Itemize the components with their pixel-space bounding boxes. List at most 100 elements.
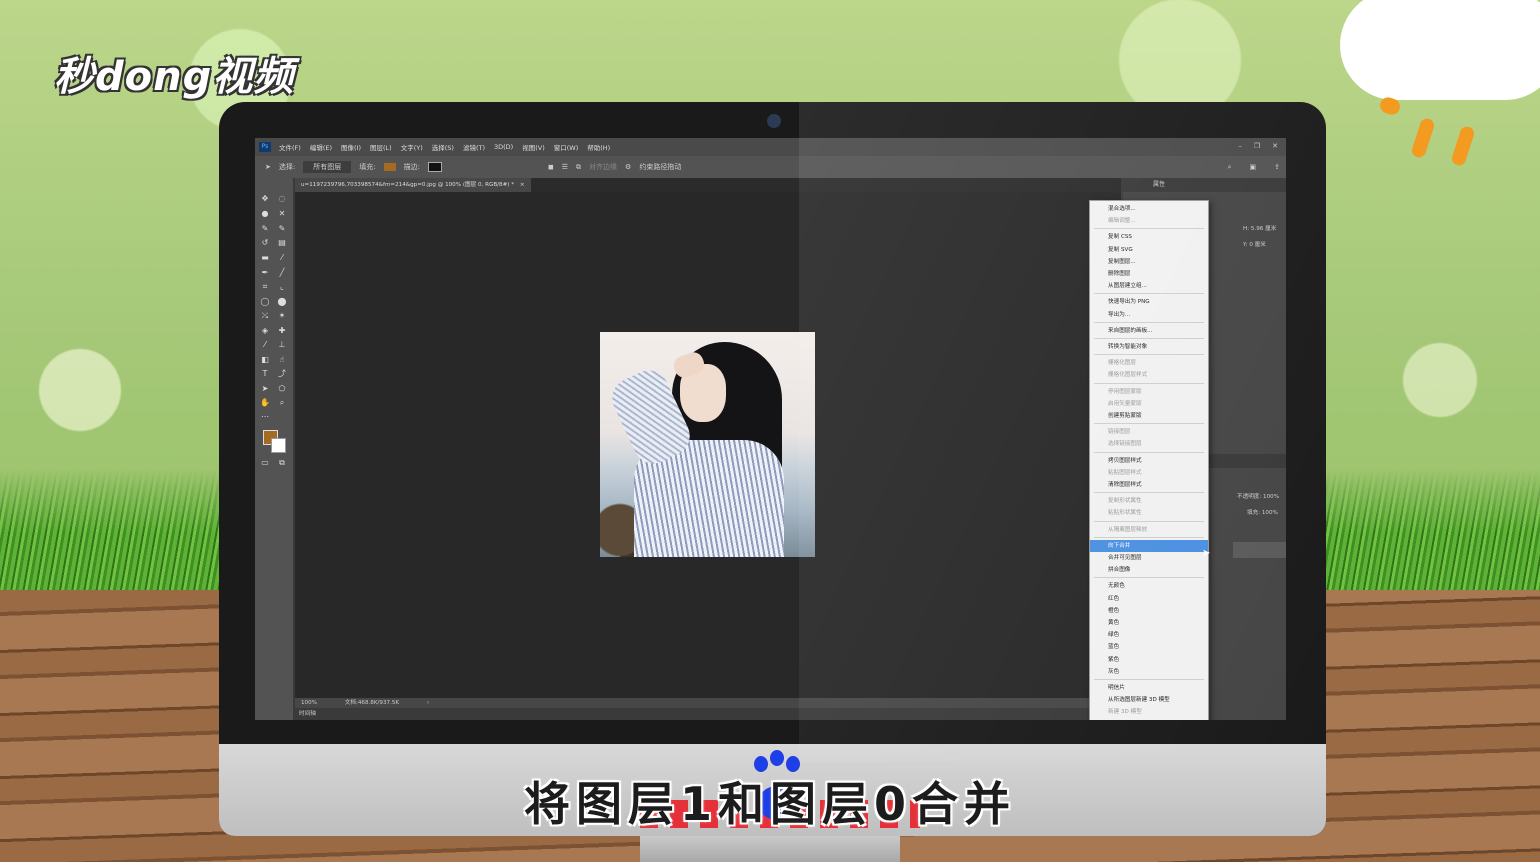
context-menu-item[interactable]: 复制 CSS	[1090, 231, 1208, 243]
context-menu-item[interactable]: 拷贝图层样式	[1090, 455, 1208, 467]
type-tool-icon[interactable]: T	[260, 369, 270, 378]
y-field[interactable]: Y: 0 厘米	[1243, 240, 1266, 248]
eyedropper-icon[interactable]: ⁄	[277, 253, 287, 262]
stamp-icon[interactable]: ⊥	[277, 340, 287, 349]
context-menu-item[interactable]: 清除图层样式	[1090, 479, 1208, 491]
height-field[interactable]: H: 5.96 厘米	[1243, 224, 1276, 232]
menu-help[interactable]: 帮助(H)	[587, 142, 610, 152]
ruler-icon[interactable]: ▬	[260, 253, 270, 262]
context-menu-item[interactable]: 从图层建立组...	[1090, 280, 1208, 292]
context-menu-item[interactable]: 删除图层	[1090, 268, 1208, 280]
context-menu-item[interactable]: 创建剪贴蒙版	[1090, 410, 1208, 422]
line-icon[interactable]: ╱	[277, 268, 287, 277]
fill-swatch[interactable]	[383, 163, 396, 171]
blob-icon[interactable]: ⬤	[277, 297, 287, 306]
menu-image[interactable]: 图像(I)	[341, 142, 361, 152]
eraser-icon[interactable]: ◧	[260, 355, 270, 364]
close-button[interactable]: ✕	[1272, 142, 1278, 150]
context-menu-item[interactable]: 黄色	[1090, 617, 1208, 629]
workspace-icon[interactable]: ▣	[1250, 163, 1257, 171]
direct-select-icon[interactable]: ➤	[260, 384, 270, 393]
crossed-icon[interactable]: ✕	[277, 209, 287, 218]
document-image[interactable]	[600, 332, 815, 557]
context-menu-item[interactable]: 绿色	[1090, 629, 1208, 641]
background-color-swatch[interactable]	[271, 438, 286, 453]
screen-mode-icon[interactable]: ⧉	[277, 458, 287, 467]
menu-select[interactable]: 选择(S)	[432, 142, 454, 152]
menu-type[interactable]: 文字(Y)	[401, 142, 423, 152]
path-select-icon[interactable]: ⤴	[277, 369, 287, 378]
share-icon[interactable]: ⇪	[1274, 163, 1280, 171]
context-menu-item[interactable]: 蓝色	[1090, 641, 1208, 653]
menu-layer[interactable]: 图层(L)	[370, 142, 392, 152]
opacity-field[interactable]: 不透明度: 100%	[1237, 492, 1279, 500]
frame-icon[interactable]: ⌗	[260, 282, 270, 291]
fill-field[interactable]: 填充: 100%	[1247, 508, 1278, 516]
quick-select-icon[interactable]: ⤯	[260, 311, 270, 320]
constrain-path-checkbox[interactable]: 约束路径拖动	[639, 162, 681, 172]
menu-file[interactable]: 文件(F)	[279, 142, 301, 152]
quick-mask-icon[interactable]: ▭	[260, 458, 270, 467]
context-menu-item[interactable]: 从所选图层新建 3D 模型	[1090, 694, 1208, 706]
arrow-tool-icon[interactable]: ➤	[265, 163, 271, 171]
menu-edit[interactable]: 编辑(E)	[310, 142, 332, 152]
timeline-panel-tab[interactable]: 时间轴	[293, 708, 1123, 720]
context-menu-item[interactable]: 复制图层...	[1090, 256, 1208, 268]
note-icon[interactable]: ▤	[277, 238, 287, 247]
context-menu-item[interactable]: 复制 SVG	[1090, 244, 1208, 256]
drop-icon[interactable]: ●	[260, 209, 270, 218]
brush-tool-icon[interactable]: ⁄	[260, 340, 270, 349]
search-icon[interactable]: ⌕	[1228, 163, 1232, 172]
path-arrange-icon[interactable]: ⧉	[576, 163, 581, 172]
context-menu-item[interactable]: 拼合图像	[1090, 564, 1208, 576]
tab-close-icon[interactable]: ×	[520, 182, 525, 188]
context-menu-item[interactable]: 灰色	[1090, 666, 1208, 678]
move-tool-icon[interactable]: ✥	[260, 194, 270, 203]
select-dropdown[interactable]: 所有图层	[303, 161, 352, 173]
more-tools-icon[interactable]: ⋯	[260, 412, 270, 421]
path-ops-icon[interactable]: ◼	[548, 163, 554, 171]
context-menu-item[interactable]: 导出为...	[1090, 309, 1208, 321]
heal-icon[interactable]: ✚	[277, 326, 287, 335]
pencil-icon[interactable]: ✎	[260, 224, 270, 233]
stroke-swatch[interactable]	[427, 162, 442, 172]
zoom-tool-icon[interactable]: ⌕	[277, 398, 287, 407]
context-menu-item[interactable]: 红色	[1090, 593, 1208, 605]
context-menu-item[interactable]: 向下合并	[1090, 539, 1208, 552]
context-menu-item[interactable]: 混合选项...	[1090, 203, 1208, 215]
zoom-level[interactable]: 100%	[301, 700, 317, 706]
context-menu-item[interactable]: 紫色	[1090, 654, 1208, 666]
context-menu-item[interactable]: 来自图层的画板...	[1090, 325, 1208, 337]
menu-3d[interactable]: 3D(D)	[494, 143, 513, 151]
ellipse-select-icon[interactable]: ◌	[277, 194, 287, 203]
gear-icon[interactable]: ⚙	[625, 163, 631, 171]
context-menu-item[interactable]: 合并可见图层	[1090, 552, 1208, 564]
menu-window[interactable]: 窗口(W)	[554, 142, 579, 152]
shape-icon[interactable]: ⬠	[277, 384, 287, 393]
path-align-icon[interactable]: ☰	[562, 163, 568, 171]
context-menu-item[interactable]: 橙色	[1090, 605, 1208, 617]
smudge-icon[interactable]: ☝	[277, 355, 287, 364]
hand-tool-icon[interactable]: ✋	[260, 398, 270, 407]
minimize-button[interactable]: –	[1238, 142, 1242, 150]
context-menu-item[interactable]: 转换为智能对象	[1090, 341, 1208, 353]
pen-icon[interactable]: ✒	[260, 268, 270, 277]
history-icon[interactable]: ↺	[260, 238, 270, 247]
restore-button[interactable]: ❐	[1254, 142, 1260, 150]
context-menu-item[interactable]: 快速导出为 PNG	[1090, 296, 1208, 308]
context-menu-item[interactable]: 无颜色	[1090, 580, 1208, 592]
document-tab[interactable]: u=1197239796,703398574&fm=214&gp=0.jpg @…	[295, 178, 531, 192]
properties-tab[interactable]: 属性	[1123, 178, 1286, 192]
canvas-area[interactable]	[295, 192, 1121, 698]
crop-icon[interactable]: ⌞	[277, 282, 287, 291]
menu-view[interactable]: 视图(V)	[522, 142, 545, 152]
bucket-icon[interactable]: ◈	[260, 326, 270, 335]
status-arrow-icon[interactable]: ›	[427, 700, 429, 706]
context-menu-item[interactable]: 明信片	[1090, 682, 1208, 694]
magic-wand-icon[interactable]: ✶	[277, 311, 287, 320]
align-edges-checkbox[interactable]: 对齐边缘	[589, 162, 617, 172]
lasso-icon[interactable]: ◯	[260, 297, 270, 306]
menu-filter[interactable]: 滤镜(T)	[463, 142, 485, 152]
layer-row-selected[interactable]	[1233, 542, 1286, 558]
brush-icon[interactable]: ✎	[277, 224, 287, 233]
